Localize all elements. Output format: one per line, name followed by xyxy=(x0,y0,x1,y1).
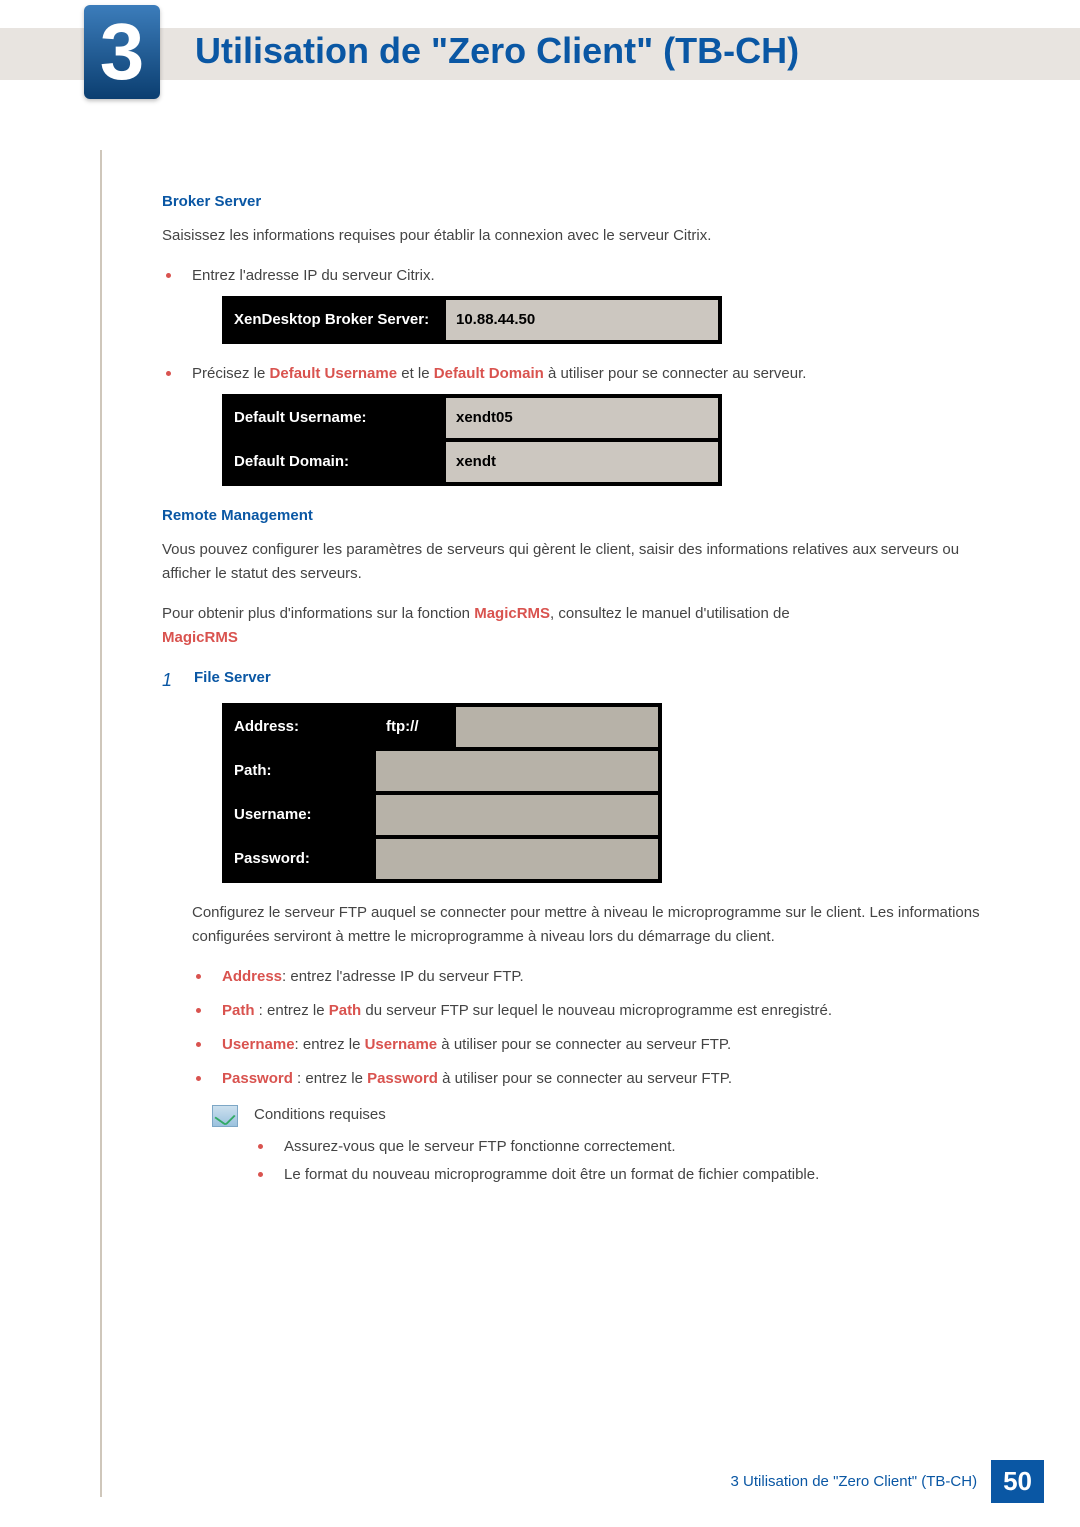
ui-label-default-username: Default Username: xyxy=(226,398,446,438)
detail-username: Username: entrez le Username à utiliser … xyxy=(192,1033,992,1057)
da-t: : entrez l'adresse IP du serveur FTP. xyxy=(282,968,524,985)
section-remote-management: Remote Management xyxy=(162,504,992,528)
du-m: : entrez le xyxy=(295,1036,365,1053)
ui-label-broker-server: XenDesktop Broker Server: xyxy=(226,300,446,340)
chapter-number-badge: 3 xyxy=(84,5,160,99)
note-title: Conditions requises xyxy=(254,1103,992,1127)
t2: et le xyxy=(397,365,434,382)
page-number: 50 xyxy=(991,1460,1044,1503)
dp-t: du serveur FTP sur lequel le nouveau mic… xyxy=(361,1002,832,1019)
ui-input-username xyxy=(376,795,658,835)
ui-value-protocol: ftp:// xyxy=(376,707,456,747)
ui-input-password xyxy=(376,839,658,879)
note-icon xyxy=(212,1105,238,1127)
ui-label-username: Username: xyxy=(226,795,376,835)
remote-p2: Pour obtenir plus d'informations sur la … xyxy=(162,602,992,650)
ui-row-broker-server: XenDesktop Broker Server: 10.88.44.50 xyxy=(226,300,718,340)
dw-b: Password xyxy=(222,1070,293,1087)
rp2a: Pour obtenir plus d'informations sur la … xyxy=(162,605,474,622)
ui-input-path xyxy=(376,751,658,791)
t3: à utiliser pour se connecter au serveur. xyxy=(544,365,807,382)
ui-value-broker-server: 10.88.44.50 xyxy=(446,300,718,340)
ui-xendesktop-broker: XenDesktop Broker Server: 10.88.44.50 xyxy=(222,296,722,344)
left-margin-rule xyxy=(100,150,102,1497)
dw-t: à utiliser pour se connecter au serveur … xyxy=(438,1070,732,1087)
ui-label-address: Address: xyxy=(226,707,376,747)
default-domain-term: Default Domain xyxy=(434,365,544,382)
dp-b2: Path xyxy=(329,1002,362,1019)
section-broker-server: Broker Server xyxy=(162,190,992,214)
default-username-term: Default Username xyxy=(270,365,398,382)
ui-value-default-username: xendt05 xyxy=(446,398,718,438)
ui-row-default-username: Default Username: xendt05 xyxy=(226,398,718,438)
du-b2: Username xyxy=(365,1036,438,1053)
ui-row-default-domain: Default Domain: xendt xyxy=(226,438,718,482)
detail-path: Path : entrez le Path du serveur FTP sur… xyxy=(192,999,992,1023)
bullet-broker-ip-text: Entrez l'adresse IP du serveur Citrix. xyxy=(192,267,435,284)
chapter-title: Utilisation de "Zero Client" (TB-CH) xyxy=(195,30,799,72)
detail-password: Password : entrez le Password à utiliser… xyxy=(192,1067,992,1091)
dw-m: : entrez le xyxy=(293,1070,367,1087)
ui-label-password: Password: xyxy=(226,839,376,879)
dw-b2: Password xyxy=(367,1070,438,1087)
rp2b: , consultez le manuel d'utilisation de xyxy=(550,605,790,622)
file-desc: Configurez le serveur FTP auquel se conn… xyxy=(192,901,992,949)
broker-intro: Saisissez les informations requises pour… xyxy=(162,224,992,248)
magicrms-link-1: MagicRMS xyxy=(474,605,550,622)
footer-text: 3 Utilisation de "Zero Client" (TB-CH) xyxy=(731,1473,978,1490)
page-footer: 3 Utilisation de "Zero Client" (TB-CH) 5… xyxy=(731,1460,1044,1503)
ui-label-path: Path: xyxy=(226,751,376,791)
dp-m: : entrez le xyxy=(255,1002,329,1019)
dp-b: Path xyxy=(222,1002,255,1019)
bullet-broker-ip: Entrez l'adresse IP du serveur Citrix. X… xyxy=(162,264,992,344)
da-b: Address xyxy=(222,968,282,985)
step-file-server: 1 File Server xyxy=(162,666,992,695)
step-number: 1 xyxy=(162,666,186,695)
bullet-default-credentials: Précisez le Default Username et le Defau… xyxy=(162,362,992,486)
ui-row-username: Username: xyxy=(226,791,658,835)
ui-row-password: Password: xyxy=(226,835,658,879)
note-block: Conditions requises Assurez-vous que le … xyxy=(212,1103,992,1191)
magicrms-link-2: MagicRMS xyxy=(162,629,238,646)
detail-address: Address: entrez l'adresse IP du serveur … xyxy=(192,965,992,989)
ui-row-path: Path: xyxy=(226,747,658,791)
ui-file-server: Address: ftp:// Path: Username: Password… xyxy=(222,703,662,883)
ui-label-default-domain: Default Domain: xyxy=(226,442,446,482)
ui-value-default-domain: xendt xyxy=(446,442,718,482)
chapter-number: 3 xyxy=(100,12,145,92)
t1: Précisez le xyxy=(192,365,270,382)
step-label-file-server: File Server xyxy=(194,666,271,695)
ui-input-address xyxy=(456,707,658,747)
ui-row-address: Address: ftp:// xyxy=(226,707,658,747)
du-b: Username xyxy=(222,1036,295,1053)
ui-default-credentials: Default Username: xendt05 Default Domain… xyxy=(222,394,722,486)
remote-p1: Vous pouvez configurer les paramètres de… xyxy=(162,538,992,586)
du-t: à utiliser pour se connecter au serveur … xyxy=(437,1036,731,1053)
note-item-1: Assurez-vous que le serveur FTP fonction… xyxy=(254,1135,992,1159)
note-item-2: Le format du nouveau microprogramme doit… xyxy=(254,1163,992,1187)
